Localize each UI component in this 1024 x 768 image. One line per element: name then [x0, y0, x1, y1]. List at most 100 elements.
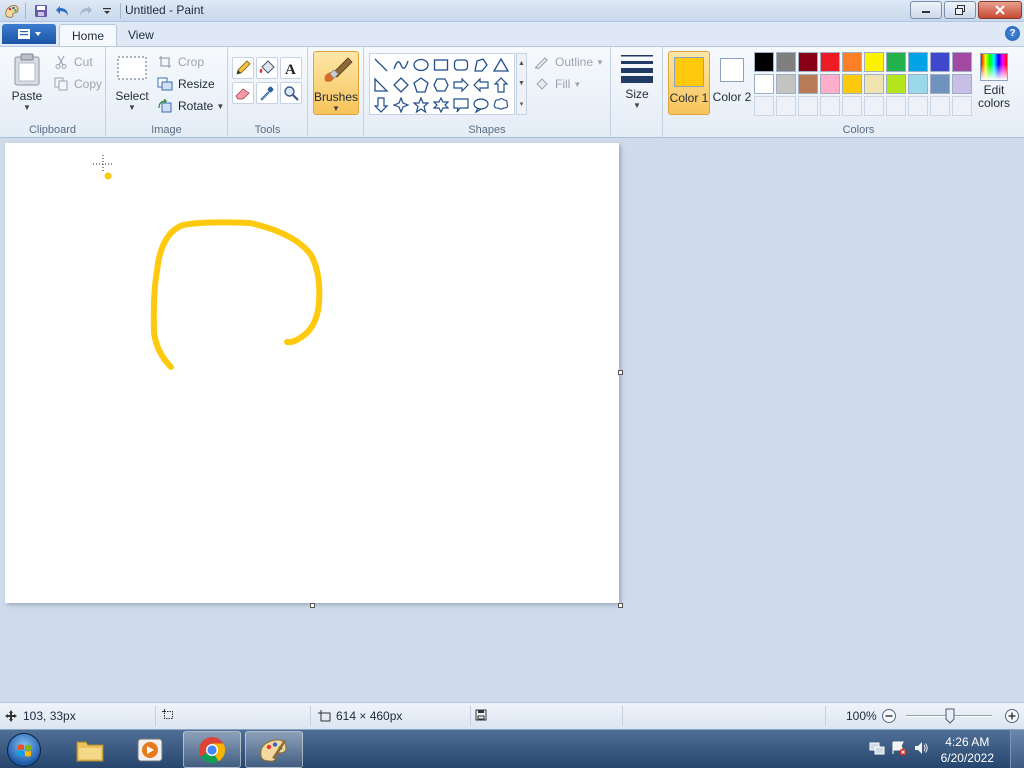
crop-button[interactable]: Crop	[156, 52, 204, 72]
cut-button[interactable]: Cut	[52, 52, 93, 72]
taskbar-paint[interactable]	[245, 731, 303, 768]
minimize-button[interactable]	[910, 1, 942, 19]
six-point-star-shape-icon[interactable]	[431, 95, 451, 115]
gallery-expand-icon[interactable]: ▾	[520, 100, 524, 108]
size-button[interactable]: Size ▼	[616, 53, 658, 110]
tab-view[interactable]: View	[116, 24, 166, 46]
palette-swatch[interactable]	[930, 52, 950, 72]
palette-swatch[interactable]	[754, 74, 774, 94]
taskbar-media-player[interactable]	[121, 731, 179, 768]
zoom-slider-thumb[interactable]	[945, 708, 955, 724]
scroll-down-icon[interactable]: ▼	[518, 80, 525, 87]
curve-shape-icon[interactable]	[391, 55, 411, 75]
paint-icon[interactable]	[2, 1, 22, 21]
palette-custom-slot[interactable]	[886, 96, 906, 116]
select-button[interactable]: Select ▼	[112, 55, 152, 112]
zoom-in-button[interactable]	[1004, 708, 1020, 724]
palette-swatch[interactable]	[776, 52, 796, 72]
save-icon[interactable]	[31, 1, 51, 21]
eraser-icon[interactable]	[232, 82, 254, 104]
palette-swatch[interactable]	[820, 74, 840, 94]
resize-handle-right[interactable]	[618, 370, 623, 375]
left-arrow-shape-icon[interactable]	[471, 75, 491, 95]
network-icon[interactable]	[869, 740, 885, 759]
palette-swatch[interactable]	[776, 74, 796, 94]
rotate-button[interactable]: Rotate ▼	[156, 96, 224, 116]
palette-custom-slot[interactable]	[820, 96, 840, 116]
shapes-scroll[interactable]: ▲ ▼ ▾	[516, 53, 527, 115]
zoom-out-button[interactable]	[881, 708, 897, 724]
fill-button[interactable]: Fill ▼	[533, 74, 581, 94]
palette-custom-slot[interactable]	[776, 96, 796, 116]
palette-swatch[interactable]	[908, 52, 928, 72]
palette-swatch[interactable]	[820, 52, 840, 72]
cloud-callout-shape-icon[interactable]	[491, 95, 511, 115]
palette-custom-slot[interactable]	[842, 96, 862, 116]
color1-button[interactable]: Color 1	[668, 51, 710, 115]
color-picker-icon[interactable]	[256, 82, 278, 104]
palette-custom-slot[interactable]	[798, 96, 818, 116]
undo-icon[interactable]	[53, 1, 73, 21]
volume-icon[interactable]	[913, 740, 929, 759]
palette-swatch[interactable]	[842, 52, 862, 72]
triangle-shape-icon[interactable]	[491, 55, 511, 75]
up-arrow-shape-icon[interactable]	[491, 75, 511, 95]
redo-icon[interactable]	[75, 1, 95, 21]
copy-button[interactable]: Copy	[52, 74, 102, 94]
four-point-star-shape-icon[interactable]	[391, 95, 411, 115]
polygon-shape-icon[interactable]	[471, 55, 491, 75]
rounded-rectangle-shape-icon[interactable]	[451, 55, 471, 75]
action-center-icon[interactable]	[891, 740, 907, 759]
magnifier-icon[interactable]	[280, 82, 302, 104]
palette-custom-slot[interactable]	[754, 96, 774, 116]
hexagon-shape-icon[interactable]	[431, 75, 451, 95]
drawing-canvas[interactable]	[5, 143, 619, 603]
palette-custom-slot[interactable]	[864, 96, 884, 116]
brushes-button[interactable]: Brushes ▼	[313, 51, 359, 115]
line-shape-icon[interactable]	[371, 55, 391, 75]
palette-swatch[interactable]	[908, 74, 928, 94]
taskbar-explorer[interactable]	[61, 731, 119, 768]
restore-button[interactable]	[944, 1, 976, 19]
palette-swatch[interactable]	[798, 52, 818, 72]
pencil-icon[interactable]	[232, 57, 254, 79]
palette-swatch[interactable]	[864, 74, 884, 94]
customize-icon[interactable]	[97, 1, 117, 21]
palette-swatch[interactable]	[930, 74, 950, 94]
down-arrow-shape-icon[interactable]	[371, 95, 391, 115]
resize-button[interactable]: Resize	[156, 74, 215, 94]
outline-button[interactable]: Outline ▼	[533, 52, 604, 72]
diamond-shape-icon[interactable]	[391, 75, 411, 95]
paste-button[interactable]: Paste ▼	[8, 53, 46, 112]
rectangular-callout-shape-icon[interactable]	[451, 95, 471, 115]
palette-swatch[interactable]	[842, 74, 862, 94]
palette-custom-slot[interactable]	[952, 96, 972, 116]
right-triangle-shape-icon[interactable]	[371, 75, 391, 95]
palette-swatch[interactable]	[798, 74, 818, 94]
edit-colors-button[interactable]: Edit colors	[975, 53, 1013, 110]
palette-swatch[interactable]	[754, 52, 774, 72]
palette-custom-slot[interactable]	[908, 96, 928, 116]
rectangle-shape-icon[interactable]	[431, 55, 451, 75]
scroll-up-icon[interactable]: ▲	[518, 60, 525, 67]
clock[interactable]: 4:26 AM 6/20/2022	[941, 734, 994, 766]
palette-swatch[interactable]	[864, 52, 884, 72]
resize-handle-bottom[interactable]	[310, 603, 315, 608]
text-icon[interactable]: A	[280, 57, 302, 79]
right-arrow-shape-icon[interactable]	[451, 75, 471, 95]
taskbar-chrome[interactable]	[183, 731, 241, 768]
palette-swatch[interactable]	[886, 74, 906, 94]
resize-handle-corner[interactable]	[618, 603, 623, 608]
tab-home[interactable]: Home	[59, 24, 118, 46]
five-point-star-shape-icon[interactable]	[411, 95, 431, 115]
paint-menu-button[interactable]	[2, 24, 56, 44]
close-button[interactable]	[978, 1, 1022, 19]
help-icon[interactable]: ?	[1005, 26, 1020, 41]
oval-shape-icon[interactable]	[411, 55, 431, 75]
show-desktop-button[interactable]	[1010, 730, 1024, 768]
palette-swatch[interactable]	[952, 74, 972, 94]
oval-callout-shape-icon[interactable]	[471, 95, 491, 115]
pentagon-shape-icon[interactable]	[411, 75, 431, 95]
palette-custom-slot[interactable]	[930, 96, 950, 116]
fill-icon[interactable]	[256, 57, 278, 79]
